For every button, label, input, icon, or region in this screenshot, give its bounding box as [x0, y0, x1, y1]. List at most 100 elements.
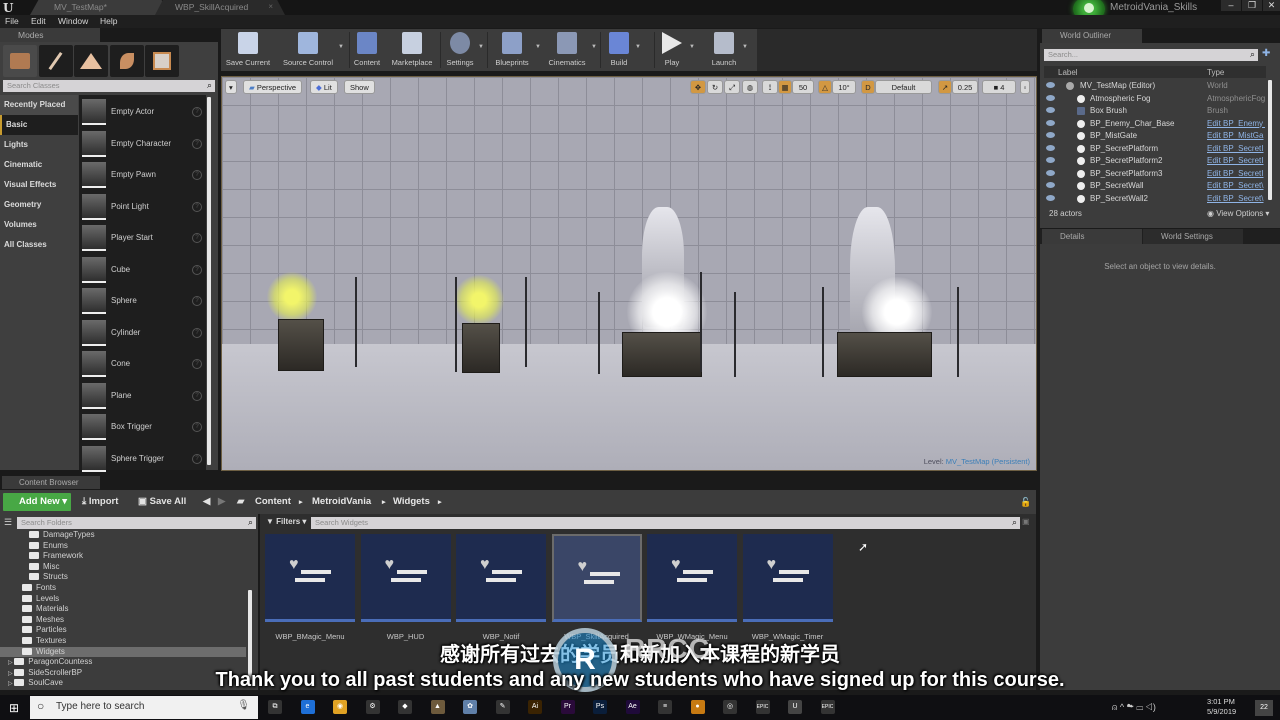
- outliner-row[interactable]: Box Brush Brush: [1044, 105, 1266, 118]
- launch-button[interactable]: Launch ▼: [708, 30, 748, 70]
- perspective-button[interactable]: ▰ Perspective: [243, 80, 303, 94]
- chevron-down-icon[interactable]: ▼: [338, 44, 344, 50]
- minimize-button[interactable]: –: [1221, 0, 1241, 11]
- class-item-plane[interactable]: Plane?: [82, 381, 202, 411]
- chevron-down-icon[interactable]: ▼: [535, 44, 541, 50]
- close-icon[interactable]: ×: [268, 2, 273, 11]
- search-widgets-input[interactable]: Search Widgets ⌕: [311, 517, 1020, 529]
- folder-item[interactable]: Enums: [0, 541, 246, 552]
- back-icon[interactable]: ◀: [203, 496, 210, 507]
- show-button[interactable]: Show: [344, 80, 375, 94]
- edge-icon[interactable]: e: [300, 700, 315, 714]
- viewport-options-button[interactable]: ▾: [225, 80, 237, 94]
- class-item-cone[interactable]: Cone?: [82, 349, 202, 379]
- content-button[interactable]: Content: [352, 30, 382, 70]
- category-lights[interactable]: Lights: [0, 135, 78, 155]
- class-item-sphere[interactable]: Sphere?: [82, 286, 202, 316]
- clock[interactable]: 3:01 PM 5/9/2019: [1207, 697, 1236, 717]
- breadcrumb-content[interactable]: Content: [255, 496, 291, 507]
- help-icon[interactable]: ?: [192, 422, 202, 432]
- menu-edit[interactable]: Edit: [31, 16, 46, 26]
- grid-snap-icon[interactable]: ▦: [778, 80, 792, 94]
- visibility-eye-icon[interactable]: [1046, 182, 1055, 188]
- chrome-icon[interactable]: ◉: [333, 700, 347, 714]
- default-preset[interactable]: Default: [875, 80, 932, 94]
- app-icon[interactable]: ◆: [398, 700, 412, 714]
- outliner-row[interactable]: BP_SecretWall Edit BP_Secret\: [1044, 180, 1266, 193]
- chevron-down-icon[interactable]: ▼: [689, 44, 695, 50]
- app-icon-3[interactable]: ✿: [463, 700, 477, 714]
- maximize-viewport-icon[interactable]: ▫: [1020, 80, 1030, 94]
- outliner-row[interactable]: BP_SecretPlatform3 Edit BP_SecretI: [1044, 168, 1266, 181]
- lock-icon[interactable]: 🔓: [1020, 497, 1031, 508]
- visibility-eye-icon[interactable]: [1046, 132, 1055, 138]
- breadcrumb-metroidvania[interactable]: MetroidVania: [312, 496, 371, 507]
- illustrator-icon[interactable]: Ai: [528, 700, 542, 714]
- blueprints-button[interactable]: Blueprints ▼: [491, 30, 541, 70]
- filters-button[interactable]: ▼ Filters ▾: [266, 517, 306, 526]
- edit-blueprint-link[interactable]: Edit BP_SecretI: [1207, 169, 1265, 178]
- import-button[interactable]: ⤓ Import: [82, 496, 118, 507]
- folder-item[interactable]: Framework: [0, 551, 246, 562]
- visibility-eye-icon[interactable]: [1046, 119, 1055, 126]
- help-icon[interactable]: ?: [192, 359, 202, 369]
- edit-blueprint-link[interactable]: Edit BP_SecretI: [1207, 144, 1265, 153]
- grid-snap-value[interactable]: 50: [792, 80, 814, 94]
- breadcrumb-separator-icon[interactable]: ▸: [438, 498, 442, 506]
- class-item-box-trigger[interactable]: Box Trigger?: [82, 412, 202, 442]
- help-icon[interactable]: ?: [192, 202, 202, 212]
- help-icon[interactable]: ?: [192, 328, 202, 338]
- scale-icon[interactable]: ⤢: [724, 80, 740, 94]
- outliner-row[interactable]: BP_SecretPlatform2 Edit BP_SecretI: [1044, 155, 1266, 168]
- rotation-snap-icon[interactable]: △: [818, 80, 832, 94]
- visibility-eye-icon[interactable]: [1046, 194, 1055, 201]
- after-effects-icon[interactable]: Ae: [625, 700, 640, 714]
- photoshop-icon[interactable]: Ps: [593, 700, 607, 714]
- help-icon[interactable]: ?: [192, 265, 202, 275]
- app-icon-2[interactable]: ▲: [430, 700, 445, 714]
- edit-blueprint-link[interactable]: Edit BP_SecretI: [1207, 156, 1265, 165]
- outliner-row[interactable]: MV_TestMap (Editor) World: [1044, 80, 1266, 93]
- breadcrumb-separator-icon[interactable]: ▸: [299, 498, 303, 506]
- chevron-down-icon[interactable]: ▼: [742, 44, 748, 50]
- visibility-eye-icon[interactable]: [1046, 157, 1055, 163]
- world-local-icon[interactable]: ◍: [742, 80, 758, 94]
- category-recently-placed[interactable]: Recently Placed: [0, 95, 78, 115]
- marketplace-button[interactable]: Marketplace: [389, 30, 435, 70]
- asset-tile[interactable]: ♥ WBP_WMagic_Menu: [647, 534, 737, 646]
- chevron-down-icon[interactable]: ▼: [635, 44, 641, 50]
- asset-tile[interactable]: ♥ WBP_Notif: [456, 534, 546, 646]
- help-icon[interactable]: ?: [192, 170, 202, 180]
- visibility-eye-icon[interactable]: [1046, 144, 1055, 151]
- edit-blueprint-link[interactable]: Edit BP_Enemy_: [1207, 119, 1265, 128]
- outliner-scrollbar[interactable]: [1268, 80, 1272, 200]
- class-item-empty-actor[interactable]: Empty Actor?: [82, 97, 202, 127]
- app-icon-5[interactable]: ≡: [658, 700, 672, 714]
- menu-window[interactable]: Window: [58, 16, 88, 26]
- visibility-eye-icon[interactable]: [1046, 107, 1055, 113]
- scale-snap-value[interactable]: 0.25: [952, 80, 978, 94]
- edit-blueprint-link[interactable]: Edit BP_Secret\: [1207, 181, 1265, 190]
- folder-item[interactable]: Levels: [0, 594, 246, 605]
- asset-tile[interactable]: ♥ WBP_WMagic_Timer: [742, 534, 833, 646]
- forward-icon[interactable]: ▶: [218, 496, 225, 507]
- rotation-snap-value[interactable]: 10°: [832, 80, 856, 94]
- class-item-point-light[interactable]: Point Light?: [82, 192, 202, 222]
- unreal-icon[interactable]: U: [788, 700, 802, 714]
- visibility-eye-icon[interactable]: [1046, 169, 1055, 176]
- sources-toggle-icon[interactable]: ☰: [4, 517, 12, 528]
- lit-button[interactable]: ◆ Lit: [310, 80, 338, 94]
- help-icon[interactable]: ?: [192, 296, 202, 306]
- category-visual-effects[interactable]: Visual Effects: [0, 175, 78, 195]
- scale-snap-icon[interactable]: ↗: [938, 80, 952, 94]
- play-button[interactable]: Play ▼: [657, 30, 695, 70]
- view-options-button[interactable]: ◉ View Options ▾: [1207, 209, 1269, 218]
- app-icon-6[interactable]: ●: [690, 700, 705, 714]
- menu-file[interactable]: File: [5, 16, 19, 26]
- help-icon[interactable]: ?: [192, 107, 202, 117]
- premiere-icon[interactable]: Pr: [560, 700, 575, 714]
- search-folders-input[interactable]: Search Folders ⌕: [17, 517, 256, 529]
- chevron-down-icon[interactable]: ▼: [478, 44, 484, 50]
- folder-item[interactable]: Misc: [0, 562, 246, 573]
- create-folder-icon[interactable]: ✚: [1262, 48, 1270, 59]
